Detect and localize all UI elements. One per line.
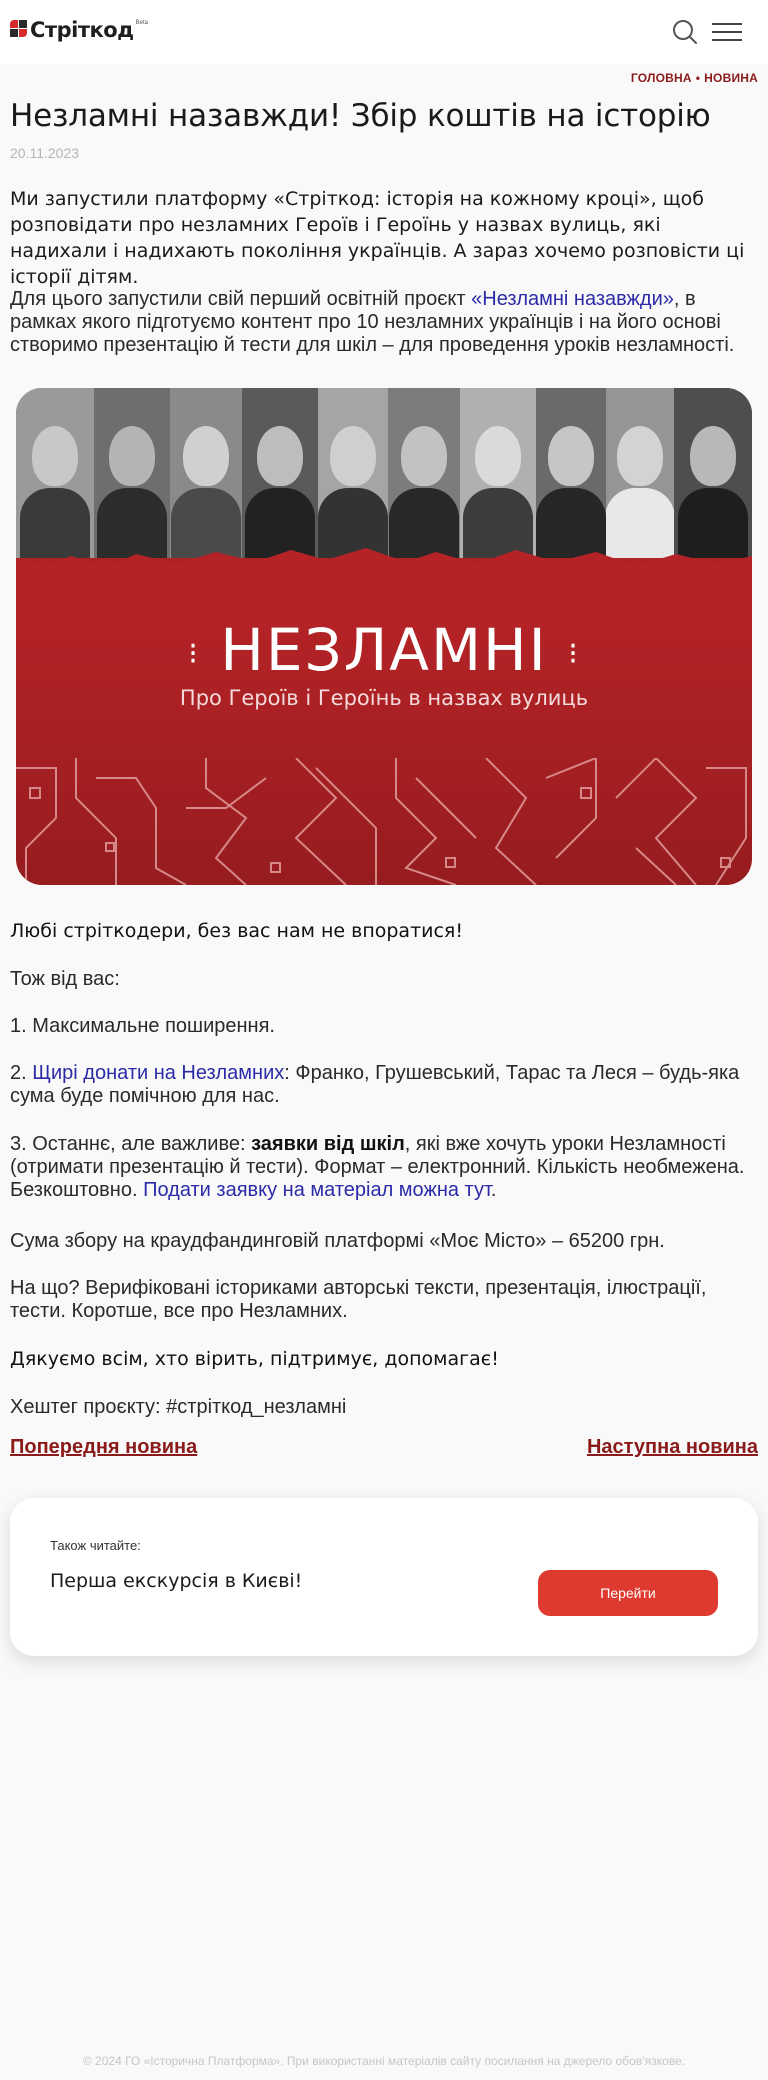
hashtag-text: Хештег проєкту: #стріткод_незламні (10, 1396, 347, 1418)
banner-subtitle: Про Героїв і Героїнь в назвах вулиць (179, 686, 589, 710)
schools-requests-bold: заявки від шкіл (251, 1133, 405, 1155)
portrait-photo (16, 388, 94, 558)
publish-date: 20.11.2023 (10, 145, 80, 161)
list-item-1: 1. Максимальне поширення. (10, 1015, 275, 1037)
logo-beta-label: Beta (135, 20, 148, 26)
project-link[interactable]: «Незламні назавжди» (471, 288, 674, 310)
list-item-3: 3. Останнє, але важливе: заявки від шкіл… (10, 1133, 745, 1201)
article-paragraph-intro: Для цього запустили свій перший освітній… (10, 288, 758, 357)
portrait-photo (674, 388, 752, 558)
search-icon[interactable] (672, 19, 698, 45)
intro-text-before: Для цього запустили свій перший освітній… (10, 288, 472, 310)
footer-copyright: © 2024 ГО «Історична Платформа». При вик… (82, 2054, 686, 2068)
portrait-photo (242, 388, 318, 558)
next-news-link[interactable]: Наступна новина (587, 1436, 758, 1459)
purpose-text: На що? Верифіковані істориками авторські… (10, 1277, 707, 1322)
site-logo[interactable]: Стріткод Beta (10, 18, 148, 42)
page-title: Незламні назавжди! Збір коштів на історі… (10, 98, 711, 134)
portrait-photo (606, 388, 674, 558)
related-title: Перша екскурсія в Києві! (50, 1570, 303, 1592)
from-you-text: Тож від вас: (10, 968, 120, 990)
related-label: Також читайте: (50, 1538, 141, 1553)
torn-paper-edge (16, 548, 752, 588)
hamburger-menu-icon[interactable] (712, 22, 742, 42)
breadcrumb-separator: • (695, 71, 701, 85)
banner-pattern (16, 758, 747, 885)
donate-link[interactable]: Щирі донати на Незламних (32, 1062, 284, 1084)
appeal-text: Любі стріткодери, без вас нам не впорати… (10, 920, 463, 942)
breadcrumb-home-link[interactable]: ГОЛОВНА (631, 71, 692, 85)
portrait-photo (536, 388, 606, 558)
thanks-text: Дякуємо всім, хто вірить, підтримує, доп… (10, 1348, 499, 1370)
site-header: Стріткод Beta (0, 0, 768, 64)
banner-deco-right-icon: ⁝ (568, 636, 580, 672)
portrait-photo (170, 388, 242, 558)
prev-news-link[interactable]: Попередня новина (10, 1436, 197, 1459)
fundraising-sum-text: Сума збору на краудфандинговій платформі… (10, 1230, 665, 1252)
related-news-card: Також читайте: Перша екскурсія в Києві! … (10, 1498, 758, 1656)
portrait-photo (94, 388, 170, 558)
breadcrumb: ГОЛОВНА • НОВИНА (631, 71, 758, 85)
banner-portraits (16, 388, 752, 558)
banner-deco-left-icon: ⁝ (188, 636, 200, 672)
project-banner-image: ⁝ НЕЗЛАМНІ ⁝ Про Героїв і Героїнь в назв… (16, 388, 752, 885)
article-lead: Ми запустили платформу «Стріткод: історі… (10, 188, 745, 288)
banner-title: ⁝ НЕЗЛАМНІ ⁝ (188, 616, 580, 684)
portrait-photo (388, 388, 460, 558)
portrait-photo (318, 388, 388, 558)
list-item-2: 2. Щирі донати на Незламних: Франко, Гру… (10, 1062, 740, 1107)
logo-mark-icon (10, 20, 28, 40)
go-button[interactable]: Перейти (538, 1570, 718, 1616)
apply-material-link[interactable]: Подати заявку на матеріал можна тут (143, 1179, 491, 1201)
portrait-photo (460, 388, 536, 558)
logo-text: Стріткод (30, 18, 134, 42)
breadcrumb-current: НОВИНА (704, 71, 758, 85)
